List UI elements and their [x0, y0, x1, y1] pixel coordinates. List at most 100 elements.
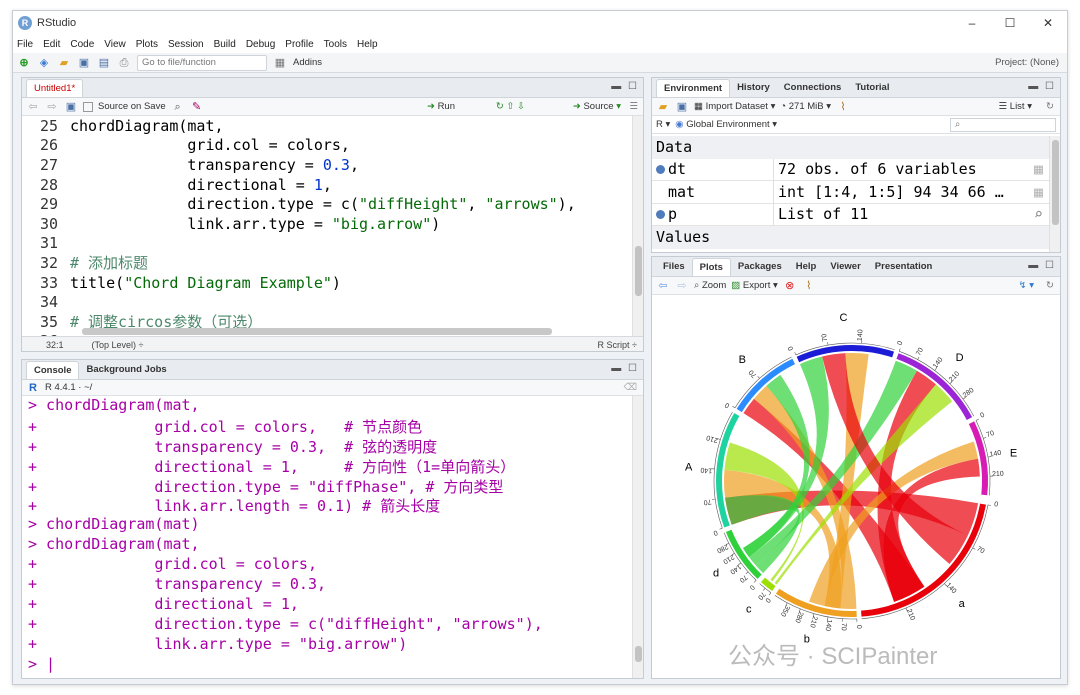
plots-window-icons[interactable]: ▬ ☐: [1028, 260, 1056, 271]
editor-vscrollbar[interactable]: [632, 116, 643, 336]
menu-profile[interactable]: Profile: [285, 39, 313, 50]
source-on-save-checkbox[interactable]: [83, 101, 93, 112]
plots-toolbar: ⇦ ⇨ ⌕ Zoom ▨ Export ▾ ⊗ ⌇ ↯ ▾ ↻: [652, 277, 1060, 295]
export-button[interactable]: ▨ Export ▾: [731, 280, 778, 291]
memory-usage[interactable]: ◔ 271 MiB ▾: [780, 101, 831, 112]
print-icon[interactable]: ⎙: [117, 56, 131, 70]
tab-console[interactable]: Console: [26, 361, 80, 379]
code-line[interactable]: 30 link.arr.type = "big.arrow"): [22, 214, 631, 234]
outline-icon[interactable]: ☰: [629, 101, 638, 112]
publish-icon[interactable]: ↯ ▾: [1019, 280, 1034, 291]
menu-view[interactable]: View: [104, 39, 126, 50]
code-line[interactable]: 26 grid.col = colors,: [22, 136, 631, 156]
menu-session[interactable]: Session: [168, 39, 204, 50]
goto-file-input[interactable]: Go to file/function: [137, 54, 267, 71]
console-window-icons[interactable]: ▬ ☐: [611, 363, 639, 374]
search-icon[interactable]: ⌕: [171, 100, 185, 114]
zoom-button[interactable]: ⌕ Zoom: [694, 280, 726, 291]
env-row-p[interactable]: p List of 11 ⌕: [652, 203, 1049, 226]
pane-window-icons[interactable]: ▬ ☐: [611, 81, 639, 92]
scope-selector[interactable]: (Top Level) ÷: [92, 340, 144, 350]
tab-untitled1[interactable]: Untitled1*: [26, 79, 84, 97]
save-workspace-icon[interactable]: ▣: [675, 100, 689, 114]
tab-tutorial[interactable]: Tutorial: [848, 79, 896, 97]
tab-help[interactable]: Help: [789, 258, 824, 276]
save-all-icon[interactable]: ▤: [97, 56, 111, 70]
code-line[interactable]: 32 # 添加标题: [22, 253, 631, 273]
env-search-input[interactable]: ⌕: [950, 117, 1056, 132]
source-button[interactable]: ➜ Source ▾: [573, 101, 621, 112]
tab-background-jobs[interactable]: Background Jobs: [79, 361, 173, 379]
code-line[interactable]: 33 title("Chord Diagram Example"): [22, 273, 631, 293]
load-workspace-icon[interactable]: ▰: [656, 100, 670, 114]
menu-tools[interactable]: Tools: [324, 39, 347, 50]
code-line[interactable]: 34: [22, 292, 631, 312]
project-menu[interactable]: Project: (None): [995, 57, 1059, 68]
menu-code[interactable]: Code: [70, 39, 94, 50]
tab-files[interactable]: Files: [656, 258, 692, 276]
tab-environment[interactable]: Environment: [656, 79, 731, 97]
env-row-dt[interactable]: dt 72 obs. of 6 variables ▦: [652, 158, 1049, 181]
run-button[interactable]: ➜ Run: [427, 101, 455, 112]
maximize-button[interactable]: ☐: [991, 11, 1029, 35]
refresh-plot-icon[interactable]: ↻: [1046, 280, 1054, 291]
console-output[interactable]: > chordDiagram(mat, + grid.col = colors, …: [28, 396, 629, 676]
code-line[interactable]: 25 chordDiagram(mat,: [22, 116, 631, 136]
magic-wand-icon[interactable]: ✎: [190, 100, 204, 114]
expand-icon[interactable]: [656, 209, 665, 219]
code-line[interactable]: 29 direction.type = c("diffHeight", "arr…: [22, 194, 631, 214]
menu-plots[interactable]: Plots: [136, 39, 158, 50]
clear-plots-icon[interactable]: ⌇: [802, 279, 816, 293]
tick-label: 70: [703, 498, 712, 506]
menu-build[interactable]: Build: [214, 39, 236, 50]
tab-connections[interactable]: Connections: [777, 79, 849, 97]
menu-debug[interactable]: Debug: [246, 39, 275, 50]
grid-view-icon[interactable]: ▦: [1034, 183, 1043, 201]
code-line[interactable]: 27 transparency = 0.3,: [22, 155, 631, 175]
save-file-icon[interactable]: ▣: [64, 100, 78, 114]
env-vscrollbar[interactable]: [1049, 136, 1060, 252]
minimize-button[interactable]: –: [953, 11, 991, 35]
file-type-selector[interactable]: R Script ÷: [598, 340, 637, 350]
editor-hscrollbar[interactable]: [82, 328, 552, 335]
refresh-icon[interactable]: ↻: [1046, 101, 1054, 112]
env-row-mat[interactable]: mat int [1:4, 1:5] 94 34 66 … ▦: [652, 181, 1049, 204]
addins-menu[interactable]: Addins: [293, 57, 322, 68]
list-view-selector[interactable]: ☰ List ▾: [999, 101, 1032, 112]
code-editor[interactable]: 25 chordDiagram(mat, 26 grid.col = colors,…: [22, 116, 631, 336]
tick-label: 0: [787, 345, 795, 352]
remove-plot-icon[interactable]: ⊗: [783, 279, 797, 293]
expand-icon[interactable]: [656, 164, 665, 174]
grid-view-icon[interactable]: ▦: [1034, 160, 1043, 178]
rerun-icon[interactable]: ↻ ⇧ ⇩: [496, 101, 525, 112]
menu-help[interactable]: Help: [357, 39, 378, 50]
language-selector[interactable]: R ▾: [656, 119, 670, 130]
tab-history[interactable]: History: [730, 79, 777, 97]
console-vscrollbar[interactable]: [632, 396, 643, 678]
new-project-icon[interactable]: ◈: [37, 56, 51, 70]
forward-icon[interactable]: ⇨: [45, 100, 59, 114]
next-plot-icon[interactable]: ⇨: [675, 279, 689, 293]
data-section-header: Data: [652, 136, 1049, 159]
close-button[interactable]: ✕: [1029, 11, 1067, 35]
tab-packages[interactable]: Packages: [731, 258, 789, 276]
save-icon[interactable]: ▣: [77, 56, 91, 70]
code-line[interactable]: 31: [22, 234, 631, 254]
menu-file[interactable]: File: [17, 39, 33, 50]
back-icon[interactable]: ⇦: [26, 100, 40, 114]
new-file-icon[interactable]: ⊕: [17, 56, 31, 70]
code-line[interactable]: 28 directional = 1,: [22, 175, 631, 195]
open-file-icon[interactable]: ▰: [57, 56, 71, 70]
global-env-selector[interactable]: ◉ Global Environment ▾: [675, 119, 777, 130]
prev-plot-icon[interactable]: ⇦: [656, 279, 670, 293]
search-icon[interactable]: ⌕: [1034, 205, 1043, 223]
tab-plots[interactable]: Plots: [691, 258, 731, 276]
tab-presentation[interactable]: Presentation: [868, 258, 940, 276]
menu-edit[interactable]: Edit: [43, 39, 60, 50]
import-dataset-button[interactable]: ▦ Import Dataset ▾: [694, 101, 775, 112]
clear-console-icon[interactable]: ⌫: [624, 382, 637, 393]
grid-layout-icon[interactable]: ▦: [273, 56, 287, 70]
broom-icon[interactable]: ⌇: [836, 100, 850, 114]
tab-viewer[interactable]: Viewer: [823, 258, 867, 276]
env-window-icons[interactable]: ▬ ☐: [1028, 81, 1056, 92]
